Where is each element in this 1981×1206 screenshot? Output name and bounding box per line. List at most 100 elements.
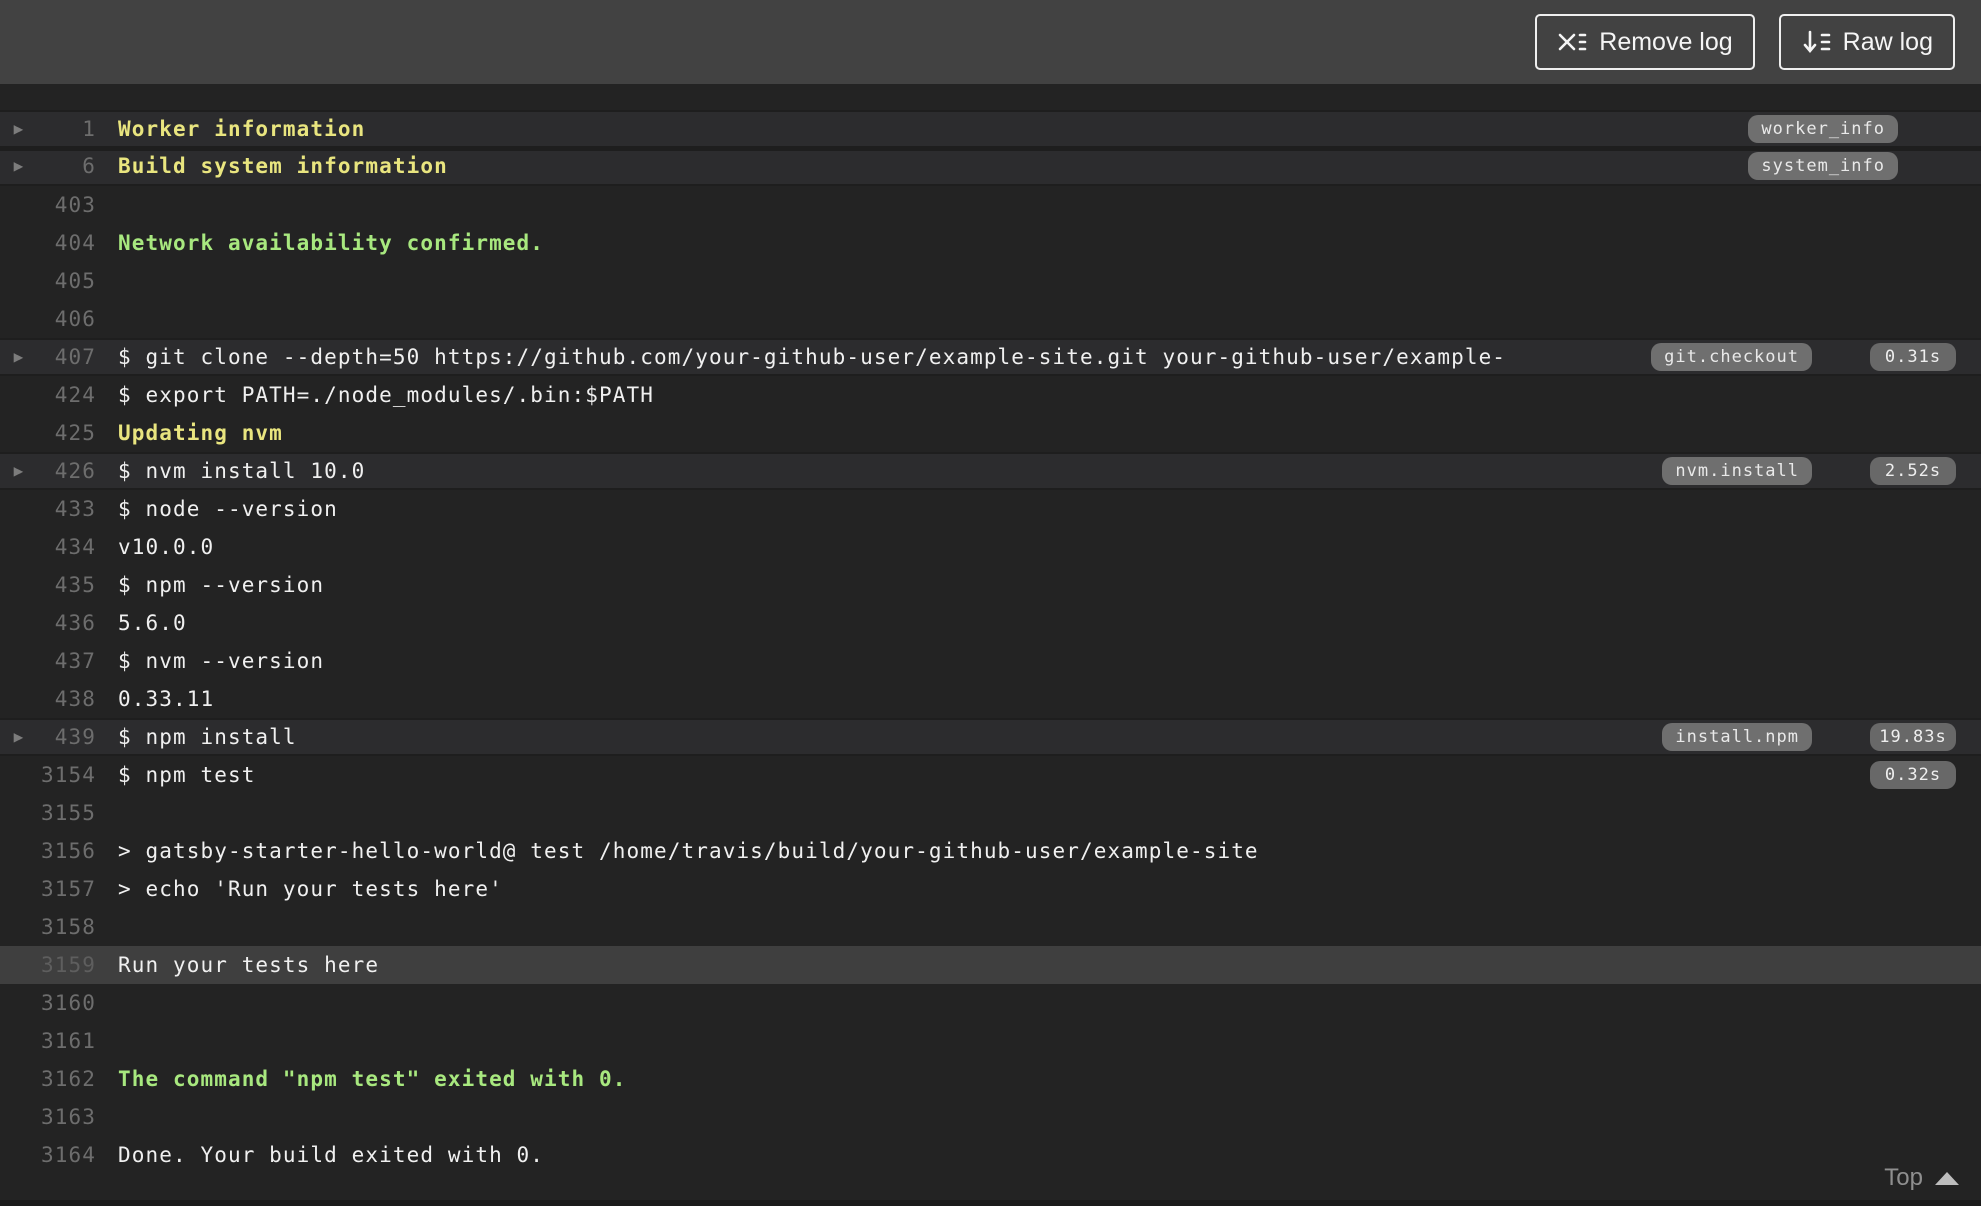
duration-badge: 19.83s <box>1870 723 1956 751</box>
bottom-bar <box>0 1200 1981 1206</box>
duration-badge: 0.31s <box>1870 343 1956 371</box>
fold-name-badge: worker_info <box>1748 115 1898 143</box>
line-number[interactable]: 3155 <box>38 801 96 825</box>
line-text: $ npm test <box>118 763 256 787</box>
raw-log-icon <box>1801 28 1831 56</box>
line-text: Done. Your build exited with 0. <box>118 1143 545 1167</box>
line-number[interactable]: 403 <box>38 193 96 217</box>
line-text: Updating nvm <box>118 421 283 445</box>
line-number[interactable]: 3161 <box>38 1029 96 1053</box>
log-line: ▶ 405 <box>0 262 1981 300</box>
line-text: $ npm --version <box>118 573 325 597</box>
line-badges: 0.32s <box>1870 761 1956 789</box>
fold-name-badge: system_info <box>1748 152 1898 180</box>
log-line: ▶ 424 $ export PATH=./node_modules/.bin:… <box>0 376 1981 414</box>
log-line: ▶ 436 5.6.0 <box>0 604 1981 642</box>
log-line: ▶ 435 $ npm --version <box>0 566 1981 604</box>
line-text: > echo 'Run your tests here' <box>118 877 503 901</box>
line-text: $ npm install <box>118 725 297 749</box>
line-number[interactable]: 438 <box>38 687 96 711</box>
line-number[interactable]: 425 <box>38 421 96 445</box>
line-number[interactable]: 434 <box>38 535 96 559</box>
remove-log-label: Remove log <box>1599 27 1733 56</box>
log-line: ▶ 439 $ npm install install.npm 19.83s <box>0 718 1981 756</box>
line-number[interactable]: 3156 <box>38 839 96 863</box>
line-badges: system_info <box>1748 152 1956 180</box>
log-line: ▶ 3156 > gatsby-starter-hello-world@ tes… <box>0 832 1981 870</box>
log-line: ▶ 3161 <box>0 1022 1981 1060</box>
line-number[interactable]: 426 <box>38 459 96 483</box>
log-line: ▶ 434 v10.0.0 <box>0 528 1981 566</box>
line-text: 5.6.0 <box>118 611 187 635</box>
raw-log-label: Raw log <box>1842 27 1933 56</box>
log-line: ▶ 3159 Run your tests here <box>0 946 1981 984</box>
log-lines: ▶ 1 Worker information worker_info ▶ 6 B… <box>0 110 1981 1174</box>
line-number[interactable]: 439 <box>38 725 96 749</box>
log-line: ▶ 426 $ nvm install 10.0 nvm.install 2.5… <box>0 452 1981 490</box>
duration-badge: 2.52s <box>1870 457 1956 485</box>
fold-arrow-icon[interactable]: ▶ <box>0 338 38 376</box>
line-text: > gatsby-starter-hello-world@ test /home… <box>118 839 1259 863</box>
log-line: ▶ 3154 $ npm test 0.32s <box>0 756 1981 794</box>
line-number[interactable]: 407 <box>38 345 96 369</box>
fold-arrow-icon[interactable]: ▶ <box>0 718 38 756</box>
raw-log-button[interactable]: Raw log <box>1778 14 1955 70</box>
line-text: $ nvm install 10.0 <box>118 459 366 483</box>
line-number[interactable]: 3164 <box>38 1143 96 1167</box>
line-text: Worker information <box>118 117 366 141</box>
log-line: ▶ 406 <box>0 300 1981 338</box>
log-line: ▶ 437 $ nvm --version <box>0 642 1981 680</box>
build-log: ▶ 1 Worker information worker_info ▶ 6 B… <box>0 84 1981 1206</box>
log-line: ▶ 3160 <box>0 984 1981 1022</box>
log-toolbar: Remove log Raw log <box>0 0 1981 84</box>
remove-log-button[interactable]: Remove log <box>1535 14 1755 70</box>
fold-name-badge: nvm.install <box>1662 457 1812 485</box>
log-line: ▶ 3158 <box>0 908 1981 946</box>
line-badges: worker_info <box>1748 115 1956 143</box>
line-number[interactable]: 1 <box>38 117 96 141</box>
fold-arrow-icon[interactable]: ▶ <box>0 147 38 185</box>
line-text: 0.33.11 <box>118 687 215 711</box>
log-line: ▶ 1 Worker information worker_info <box>0 110 1981 148</box>
line-number[interactable]: 3154 <box>38 763 96 787</box>
line-number[interactable]: 436 <box>38 611 96 635</box>
log-line: ▶ 404 Network availability confirmed. <box>0 224 1981 262</box>
fold-arrow-icon[interactable]: ▶ <box>0 110 38 148</box>
line-number[interactable]: 404 <box>38 231 96 255</box>
line-number[interactable]: 3158 <box>38 915 96 939</box>
line-number[interactable]: 3159 <box>38 953 96 977</box>
line-number[interactable]: 406 <box>38 307 96 331</box>
line-badges: git.checkout 0.31s <box>1651 343 1956 371</box>
line-number[interactable]: 437 <box>38 649 96 673</box>
line-number[interactable]: 3160 <box>38 991 96 1015</box>
line-text: The command "npm test" exited with 0. <box>118 1067 627 1091</box>
log-line: ▶ 3157 > echo 'Run your tests here' <box>0 870 1981 908</box>
log-line: ▶ 3163 <box>0 1098 1981 1136</box>
duration-badge: 0.32s <box>1870 761 1956 789</box>
line-text: Network availability confirmed. <box>118 231 545 255</box>
line-number[interactable]: 3163 <box>38 1105 96 1129</box>
scroll-to-top-link[interactable]: Top <box>1884 1164 1959 1192</box>
line-number[interactable]: 3157 <box>38 877 96 901</box>
line-number[interactable]: 405 <box>38 269 96 293</box>
line-text: $ nvm --version <box>118 649 325 673</box>
log-line: ▶ 3155 <box>0 794 1981 832</box>
line-number[interactable]: 435 <box>38 573 96 597</box>
line-number[interactable]: 3162 <box>38 1067 96 1091</box>
log-line: ▶ 425 Updating nvm <box>0 414 1981 452</box>
line-badges: install.npm 19.83s <box>1662 723 1956 751</box>
line-text: Build system information <box>118 154 448 178</box>
line-number[interactable]: 424 <box>38 383 96 407</box>
log-line: ▶ 3164 Done. Your build exited with 0. <box>0 1136 1981 1174</box>
line-text: $ git clone --depth=50 https://github.co… <box>118 345 1507 369</box>
log-line: ▶ 403 <box>0 186 1981 224</box>
line-text: $ export PATH=./node_modules/.bin:$PATH <box>118 383 654 407</box>
line-number[interactable]: 433 <box>38 497 96 521</box>
remove-log-icon <box>1557 28 1587 56</box>
arrow-up-icon <box>1935 1171 1959 1185</box>
line-text: Run your tests here <box>118 953 380 977</box>
line-badges: nvm.install 2.52s <box>1662 457 1956 485</box>
fold-arrow-icon[interactable]: ▶ <box>0 452 38 490</box>
log-line: ▶ 3162 The command "npm test" exited wit… <box>0 1060 1981 1098</box>
line-number[interactable]: 6 <box>38 154 96 178</box>
